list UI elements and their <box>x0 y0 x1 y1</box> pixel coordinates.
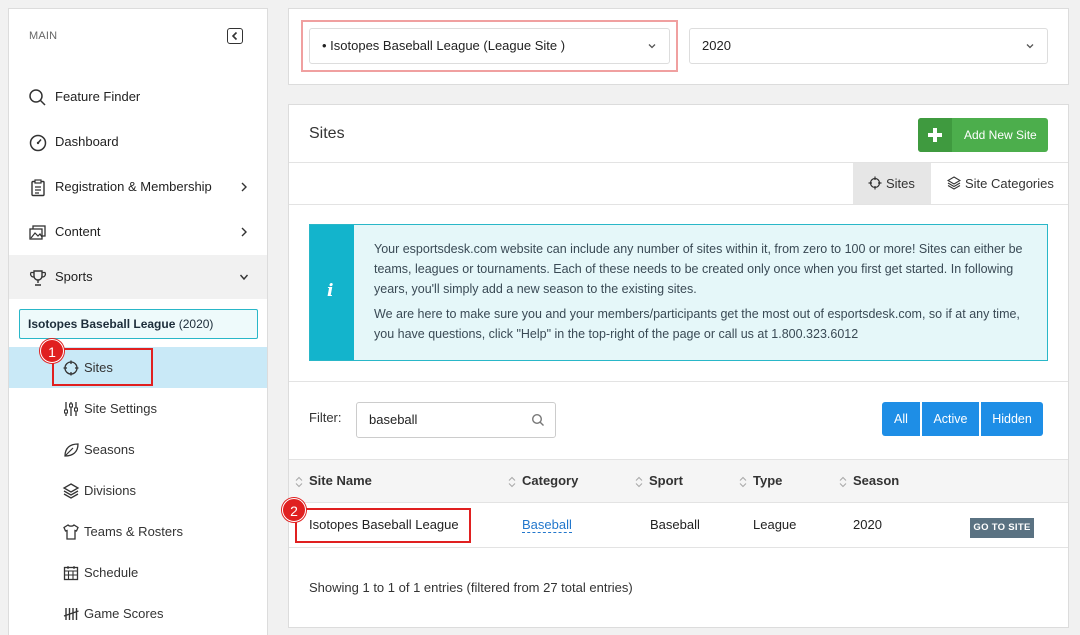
sidebar: MAIN Feature Finder Dashboard Registrati… <box>8 8 268 635</box>
column-header-season[interactable]: Season <box>853 460 899 502</box>
search-icon <box>29 89 46 106</box>
info-icon: i <box>327 281 334 301</box>
filter-label: Filter: <box>309 410 342 425</box>
sliders-icon <box>64 402 78 416</box>
cell-season: 2020 <box>853 517 882 532</box>
category-link[interactable]: Baseball <box>522 517 572 533</box>
annotation-badge-2: 2 <box>282 498 306 522</box>
sidebar-item-label: Dashboard <box>55 134 119 149</box>
column-header-category[interactable]: Category <box>522 460 578 502</box>
calendar-icon <box>63 566 79 581</box>
table-info: Showing 1 to 1 of 1 entries (filtered fr… <box>309 580 633 595</box>
filter-all-button[interactable]: All <box>882 402 920 436</box>
crosshair-icon <box>868 176 882 190</box>
sidebar-subitem-divisions[interactable]: Divisions <box>9 470 267 511</box>
divider <box>289 381 1068 382</box>
cell-category: Baseball <box>522 503 572 547</box>
year-select-value: 2020 <box>702 38 731 53</box>
plus-icon <box>918 118 952 152</box>
sidebar-item-sports[interactable]: Sports <box>9 255 267 299</box>
add-new-site-label: Add New Site <box>964 128 1037 142</box>
sidebar-heading: MAIN <box>29 30 58 42</box>
divider <box>289 547 1068 548</box>
sidebar-subitem-seasons[interactable]: Seasons <box>9 429 267 470</box>
images-icon <box>29 225 46 240</box>
filter-input[interactable]: baseball <box>356 402 556 438</box>
leaf-icon <box>64 443 79 457</box>
layers-icon <box>62 483 80 499</box>
sidebar-subitem-teams-rosters[interactable]: Teams & Rosters <box>9 511 267 552</box>
search-icon <box>531 413 544 426</box>
collapse-sidebar-icon[interactable] <box>227 28 243 44</box>
sort-icon[interactable] <box>508 476 516 488</box>
current-league-selector[interactable]: Isotopes Baseball League (2020) <box>19 309 258 339</box>
sidebar-item-feature-finder[interactable]: Feature Finder <box>9 75 267 119</box>
dashboard-gauge-icon <box>29 134 47 152</box>
annotation-box-sites <box>52 348 153 386</box>
info-bar: i <box>310 225 354 360</box>
sidebar-subitem-label: Schedule <box>84 565 139 580</box>
filter-active-button[interactable]: Active <box>922 402 979 436</box>
league-season: (2020) <box>178 317 214 331</box>
chevron-right-icon <box>241 182 247 192</box>
chevron-down-icon <box>1026 44 1034 49</box>
cell-sport: Baseball <box>650 517 700 532</box>
sidebar-subitem-game-scores[interactable]: Game Scores <box>9 593 267 634</box>
table-header: Site Name Category Sport Type Season <box>289 459 1068 503</box>
filter-hidden-button[interactable]: Hidden <box>981 402 1043 436</box>
sidebar-item-dashboard[interactable]: Dashboard <box>9 120 267 164</box>
sort-icon[interactable] <box>635 476 643 488</box>
column-header-site-name[interactable]: Site Name <box>309 460 372 502</box>
filter-value: baseball <box>369 412 418 427</box>
sidebar-item-registration[interactable]: Registration & Membership <box>9 165 267 209</box>
column-header-type[interactable]: Type <box>753 460 782 502</box>
info-paragraph-2: We are here to make sure you and your me… <box>374 307 1020 341</box>
sidebar-item-content[interactable]: Content <box>9 210 267 254</box>
clipboard-icon <box>31 179 45 197</box>
column-header-sport[interactable]: Sport <box>649 460 683 502</box>
tab-site-categories[interactable]: Site Categories <box>931 163 1061 204</box>
info-paragraph-1: Your esportsdesk.com website can include… <box>374 242 1023 296</box>
annotation-box-site-name <box>295 508 471 543</box>
sidebar-subitem-label: Seasons <box>84 442 135 457</box>
annotation-badge-1: 1 <box>40 339 64 363</box>
tab-label: Sites <box>886 176 915 191</box>
chevron-down-icon <box>239 274 249 281</box>
sidebar-subitem-label: Game Scores <box>84 606 164 621</box>
sidebar-item-label: Sports <box>55 269 93 284</box>
divider <box>289 204 1068 205</box>
sidebar-subitem-site-settings[interactable]: Site Settings <box>9 388 267 429</box>
jersey-icon <box>63 524 79 540</box>
tab-label: Site Categories <box>965 176 1054 191</box>
tab-sites[interactable]: Sites <box>853 163 931 204</box>
sort-icon[interactable] <box>839 476 847 488</box>
sidebar-subitem-label: Site Settings <box>84 401 157 416</box>
info-callout: i Your esportsdesk.com website can inclu… <box>309 224 1048 361</box>
sidebar-item-label: Feature Finder <box>55 89 141 104</box>
trophy-icon <box>29 270 47 286</box>
year-select[interactable]: 2020 <box>689 28 1048 64</box>
go-to-site-button[interactable]: GO TO SITE <box>970 518 1034 538</box>
sidebar-item-label: Registration & Membership <box>55 179 212 194</box>
layers-icon <box>947 176 961 190</box>
chevron-right-icon <box>241 227 247 237</box>
sidebar-item-label: Content <box>55 224 101 239</box>
sidebar-subitem-label: Divisions <box>84 483 137 498</box>
league-name: Isotopes Baseball League <box>28 317 176 331</box>
cell-type: League <box>753 517 797 532</box>
sites-panel: Sites Add New Site Sites Site Categories… <box>288 104 1069 628</box>
annotation-highlight-site-select <box>301 20 678 72</box>
sort-icon[interactable] <box>295 476 303 488</box>
sidebar-subitem-label: Teams & Rosters <box>84 524 183 539</box>
panel-title: Sites <box>309 125 345 142</box>
add-new-site-button[interactable]: Add New Site <box>918 118 1048 152</box>
tally-icon <box>63 608 79 620</box>
sort-icon[interactable] <box>739 476 747 488</box>
sidebar-subitem-schedule[interactable]: Schedule <box>9 552 267 593</box>
